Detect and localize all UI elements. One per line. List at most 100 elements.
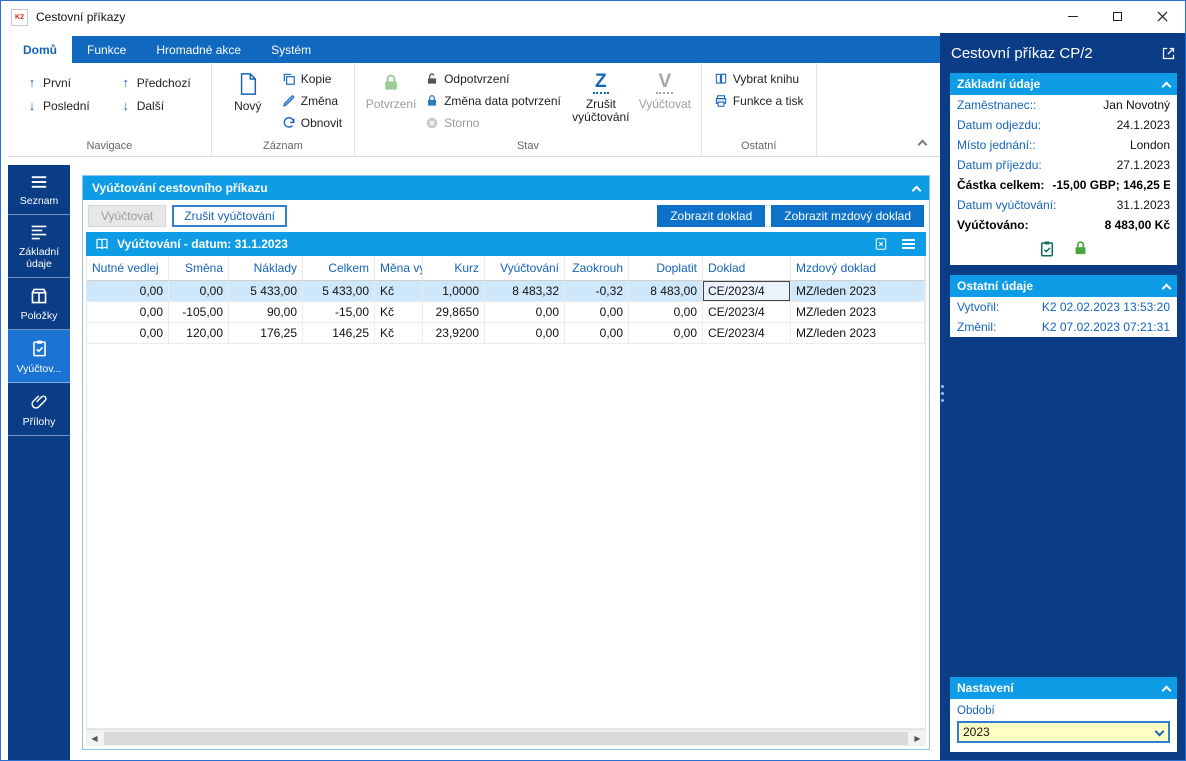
- cell[interactable]: CE/2023/4: [703, 323, 791, 343]
- tab-hromadne-akce[interactable]: Hromadné akce: [141, 36, 256, 63]
- cell[interactable]: -105,00: [169, 302, 229, 322]
- vybrat-knihu-button[interactable]: Vybrat knihu: [709, 70, 809, 88]
- tab-funkce[interactable]: Funkce: [72, 36, 141, 63]
- grid-caption-bar: Vyúčtování - datum: 31.1.2023: [86, 232, 926, 256]
- cell[interactable]: Kč: [375, 302, 423, 322]
- zmena-button[interactable]: Změna: [277, 92, 347, 110]
- scroll-left-arrow[interactable]: ◀: [86, 734, 103, 743]
- export-excel-icon[interactable]: [871, 237, 891, 251]
- minimize-button[interactable]: [1050, 1, 1095, 32]
- zobrazit-doklad-button[interactable]: Zobrazit doklad: [657, 205, 766, 227]
- odpotvrzeni-button[interactable]: Odpotvrzení: [420, 70, 566, 88]
- cell[interactable]: 5 433,00: [303, 281, 375, 301]
- section-header-zakladni-udaje[interactable]: Základní údaje: [950, 73, 1177, 95]
- cell[interactable]: 90,00: [229, 302, 303, 322]
- unlock-icon: [428, 73, 437, 84]
- obdobi-combobox[interactable]: [957, 721, 1170, 743]
- sidebar-item-polozky[interactable]: Položky: [8, 278, 70, 330]
- obdobi-input[interactable]: [959, 725, 1150, 739]
- tab-system[interactable]: Systém: [256, 36, 326, 63]
- maximize-button[interactable]: [1095, 1, 1140, 32]
- horizontal-scrollbar[interactable]: ◀ ▶: [86, 729, 926, 746]
- section-header-nastaveni[interactable]: Nastavení: [950, 677, 1177, 699]
- sidebar-item-zakladni-udaje[interactable]: Základní údaje: [8, 215, 70, 278]
- column-header[interactable]: Kurz: [423, 256, 485, 280]
- cell[interactable]: MZ/leden 2023: [791, 323, 925, 343]
- chevron-down-icon[interactable]: [1150, 723, 1168, 741]
- cell[interactable]: 176,25: [229, 323, 303, 343]
- focused-cell[interactable]: CE/2023/4: [703, 281, 791, 301]
- cell[interactable]: 0,00: [485, 323, 565, 343]
- vyuctovat-ribbon-button[interactable]: V Vyúčtovat: [636, 67, 694, 111]
- cell[interactable]: Kč: [375, 323, 423, 343]
- arrow-down-icon: ↓: [122, 98, 129, 113]
- column-header[interactable]: Směna: [169, 256, 229, 280]
- section-header-ostatni-udaje[interactable]: Ostatní údaje: [950, 275, 1177, 297]
- cell[interactable]: -15,00: [303, 302, 375, 322]
- column-header[interactable]: Mzdový doklad: [791, 256, 925, 280]
- cell[interactable]: 1,0000: [423, 281, 485, 301]
- posledni-button[interactable]: ↓ Poslední: [21, 96, 95, 115]
- cell[interactable]: 29,8650: [423, 302, 485, 322]
- column-header[interactable]: Vyúčtování: [485, 256, 565, 280]
- tab-domu[interactable]: Domů: [8, 36, 72, 63]
- column-header[interactable]: Nutné vedlej: [87, 256, 169, 280]
- scrollbar-thumb[interactable]: [104, 731, 908, 745]
- cell[interactable]: 8 483,00: [629, 281, 703, 301]
- cell[interactable]: CE/2023/4: [703, 302, 791, 322]
- vyuctovat-button[interactable]: Vyúčtovat: [88, 205, 167, 227]
- cell[interactable]: 146,25: [303, 323, 375, 343]
- column-header[interactable]: Náklady: [229, 256, 303, 280]
- scroll-right-arrow[interactable]: ▶: [909, 734, 926, 743]
- cell[interactable]: 0,00: [565, 323, 629, 343]
- zrusit-vyuctovani-button[interactable]: Z Zrušit vyúčtování: [566, 67, 636, 124]
- cell[interactable]: 5 433,00: [229, 281, 303, 301]
- prvni-button[interactable]: ↑ První: [21, 73, 95, 92]
- zmena-data-potvrzeni-button[interactable]: Změna data potvrzení: [420, 92, 566, 110]
- cell[interactable]: 0,00: [87, 323, 169, 343]
- storno-button[interactable]: Storno: [420, 114, 566, 132]
- table-row[interactable]: 0,00 0,00 5 433,00 5 433,00 Kč 1,0000 8 …: [87, 281, 925, 302]
- funkce-a-tisk-button[interactable]: Funkce a tisk: [709, 92, 809, 110]
- sidebar-item-prilohy[interactable]: Přílohy: [8, 383, 70, 436]
- novy-button[interactable]: Nový: [219, 67, 277, 113]
- cell[interactable]: 0,00: [629, 323, 703, 343]
- obnovit-button[interactable]: Obnovit: [277, 114, 347, 132]
- chevron-up-icon: [1161, 283, 1172, 293]
- column-header[interactable]: Doplatit: [629, 256, 703, 280]
- column-header[interactable]: Měna vy: [375, 256, 423, 280]
- column-header[interactable]: Celkem: [303, 256, 375, 280]
- cell[interactable]: 0,00: [87, 281, 169, 301]
- open-in-window-icon[interactable]: [1161, 46, 1176, 61]
- cell[interactable]: 0,00: [565, 302, 629, 322]
- dalsi-button[interactable]: ↓ Další: [115, 96, 196, 115]
- cell[interactable]: 0,00: [87, 302, 169, 322]
- sidebar-item-seznam[interactable]: Seznam: [8, 165, 70, 215]
- grid-menu-icon[interactable]: [898, 239, 918, 249]
- potvrzeni-button[interactable]: Potvrzení: [362, 67, 420, 111]
- column-header[interactable]: Zaokrouh: [565, 256, 629, 280]
- predchozi-button[interactable]: ↑ Předchozí: [115, 73, 196, 92]
- table-row[interactable]: 0,00 120,00 176,25 146,25 Kč 23,9200 0,0…: [87, 323, 925, 344]
- cell[interactable]: 8 483,32: [485, 281, 565, 301]
- cell[interactable]: MZ/leden 2023: [791, 302, 925, 322]
- cell[interactable]: 23,9200: [423, 323, 485, 343]
- cell[interactable]: 0,00: [629, 302, 703, 322]
- panel-splitter-handle[interactable]: [941, 385, 944, 402]
- sidebar-item-vyuctovani[interactable]: Vyúčtov...: [8, 330, 70, 383]
- close-button[interactable]: [1140, 1, 1185, 32]
- cell[interactable]: Kč: [375, 281, 423, 301]
- clipboard-check-icon: [1041, 241, 1053, 257]
- table-row[interactable]: 0,00 -105,00 90,00 -15,00 Kč 29,8650 0,0…: [87, 302, 925, 323]
- cell[interactable]: 0,00: [169, 281, 229, 301]
- panel-header[interactable]: Vyúčtování cestovního příkazu: [83, 176, 929, 200]
- cell[interactable]: -0,32: [565, 281, 629, 301]
- cell[interactable]: MZ/leden 2023: [791, 281, 925, 301]
- collapse-ribbon-button[interactable]: [914, 136, 930, 150]
- cell[interactable]: 0,00: [485, 302, 565, 322]
- zrusit-vyuctovani-panel-button[interactable]: Zrušit vyúčtování: [172, 205, 287, 227]
- cell[interactable]: 120,00: [169, 323, 229, 343]
- zobrazit-mzdovy-doklad-button[interactable]: Zobrazit mzdový doklad: [771, 205, 924, 227]
- kopie-button[interactable]: Kopie: [277, 70, 347, 88]
- column-header[interactable]: Doklad: [703, 256, 791, 280]
